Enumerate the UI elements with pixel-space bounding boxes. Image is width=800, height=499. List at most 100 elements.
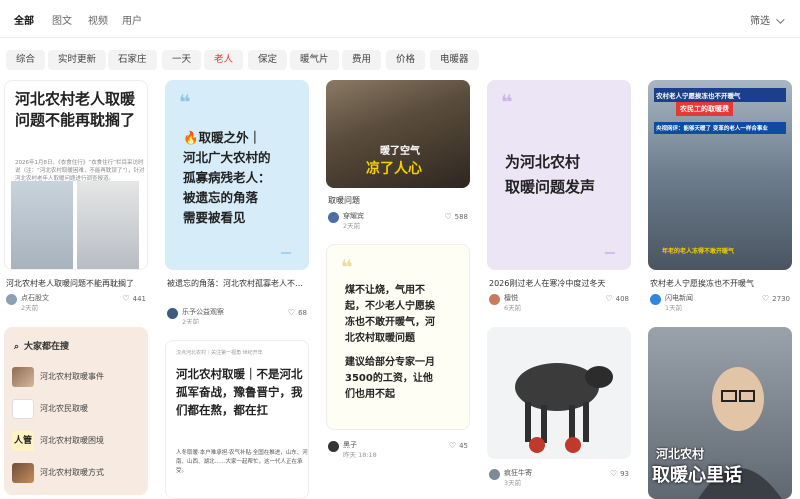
card-meta: 疯狂牛寄 3天前 ♡ 93 — [489, 469, 629, 487]
heart-icon: ♡ — [122, 294, 130, 303]
trending-search-box: ⌕ 大家都在搜 河北农村取暖事件 河北农民取暖 人管 河北农村取暖困境 河北农村取… — [4, 327, 148, 495]
banner-1: 农村老人宁愿挨冻也不开暖气 — [654, 88, 786, 102]
chip-price[interactable]: 价格 — [386, 50, 426, 70]
quote-icon: ❝ — [501, 90, 513, 114]
card-cover: 汉点河北农村｜关注第一视角 世纪开年 河北农村取暖｜不是河北孤军奋战，豫鲁晋宁，… — [165, 340, 309, 499]
chip-comprehensive[interactable]: 综合 — [6, 50, 46, 70]
heart-icon: ♡ — [287, 308, 296, 317]
avatar[interactable] — [328, 212, 339, 223]
tab-all[interactable]: 全部 — [14, 12, 34, 27]
feed-card-4[interactable]: ❝ 煤不让烧，气用不 起，不少老人宁愿挨 冻也不敢开暖气，河 北农村取暖问题 建… — [326, 244, 470, 464]
card-cover-photo — [487, 327, 631, 459]
chip-baoding[interactable]: 保定 — [248, 50, 288, 70]
chip-cost[interactable]: 费用 — [342, 50, 382, 70]
cover-text-2: 建议给部分专家一月 3500的工资，让他 们也用不起 — [345, 357, 435, 400]
card-cover: 河北农村老人取暖问题不能再耽搁了 2026年1月8日，《衣食住行》“衣食住行”栏… — [4, 80, 148, 270]
cover-snippet: 2026年1月8日，《衣食住行》“衣食住行”栏目采访时说（注：“河北农村取暖困难… — [15, 160, 145, 182]
feed-card-6[interactable]: 汉点河北农村｜关注第一视角 世纪开年 河北农村取暖｜不是河北孤军奋战，豫鲁晋宁，… — [165, 340, 309, 499]
feed-card-3[interactable]: 暖了空气 凉了人心 取暖问题 穿耀宾 2天前 ♡ 588 — [326, 80, 470, 230]
card-title[interactable]: 农村老人宁愿挨冻也不开暖气 — [650, 278, 790, 289]
card-meta: 闪电新闻 1天前 ♡ 2730 — [650, 294, 790, 312]
feed-card-2[interactable]: ❝ 🔥取暖之外｜ 河北广大农村的 孤寡病残老人： 被遗忘的角落 需要被看见 被遗… — [165, 80, 309, 324]
post-time: 1天前 — [665, 304, 683, 312]
avatar[interactable] — [489, 294, 500, 305]
top-tab-bar: 全部 图文 视频 用户 筛选 — [0, 0, 800, 38]
post-time: 2天前 — [21, 304, 39, 312]
heart-icon: ♡ — [605, 294, 613, 303]
feed-card-1[interactable]: 河北农村老人取暖问题不能再耽搁了 2026年1月8日，《衣食住行》“衣食住行”栏… — [4, 80, 148, 314]
heart-icon: ♡ — [444, 212, 452, 221]
post-time: 2天前 — [182, 318, 200, 324]
chip-radiator[interactable]: 暖气片 — [290, 50, 339, 70]
chip-electric-heater[interactable]: 电暖器 — [430, 50, 479, 70]
card-title[interactable]: 河北农村老人取暖问题不能再耽搁了 — [6, 278, 146, 289]
feed-card-7[interactable]: 疯狂牛寄 3天前 ♡ 93 — [487, 327, 631, 499]
card-meta: 穿耀宾 2天前 ♡ 588 — [328, 212, 468, 230]
card-meta: 黑子 昨天 18:18 ♡ 45 — [328, 441, 468, 459]
avatar[interactable] — [328, 441, 339, 452]
divider — [281, 252, 291, 254]
post-time: 昨天 18:18 — [343, 451, 377, 459]
heart-icon: ♡ — [762, 294, 770, 303]
feed-card-8[interactable]: 农村老人宁愿挨冻也不开暖气 农民工的取暖费 央视网评：能够天暖了 变革的老人一样… — [648, 80, 792, 314]
card-title[interactable]: 取暖问题 — [328, 195, 468, 206]
card-title[interactable]: 被遗忘的角落：河北农村孤寡老人不止于取暖 — [167, 278, 307, 289]
cover-overlay-bottom: 凉了人心 — [366, 161, 422, 177]
feed-card-5[interactable]: ❝ 为河北农村 取暖问题发声 2026刚过老人在寒冷中度过冬天 檀悦 6天前 ♡… — [487, 80, 631, 314]
card-meta: 乐予公益观察 2天前 ♡ 68 — [167, 308, 307, 324]
tab-users[interactable]: 用户 — [122, 12, 142, 27]
card-cover: ❝ 煤不让烧，气用不 起，不少老人宁愿挨 冻也不敢开暖气，河 北农村取暖问题 建… — [326, 244, 470, 430]
post-time: 6天前 — [504, 304, 522, 312]
article-header: 汉点河北农村｜关注第一视角 世纪开年 — [176, 350, 263, 356]
suggestion-thumb: 人管 — [12, 431, 34, 451]
card-cover: ❝ 🔥取暖之外｜ 河北广大农村的 孤寡病残老人： 被遗忘的角落 需要被看见 — [165, 80, 309, 270]
search-suggestion[interactable]: 河北农民取暖 — [12, 399, 144, 419]
chip-elderly[interactable]: 老人 — [204, 50, 244, 70]
post-time: 2天前 — [343, 222, 361, 230]
search-suggestion[interactable]: 河北农村取暖方式 — [12, 463, 144, 483]
cover-caption: 年老的老人冻得不敢开暖气 — [662, 248, 735, 255]
like-count[interactable]: ♡ 45 — [449, 441, 468, 450]
suggestion-thumb — [12, 367, 34, 387]
avatar[interactable] — [167, 308, 178, 319]
card-meta: 檀悦 6天前 ♡ 408 — [489, 294, 629, 312]
cover-headline: 河北农村老人取暖问题不能再耽搁了 — [15, 90, 136, 129]
filter-button[interactable]: 筛选 — [750, 12, 785, 27]
card-title[interactable]: 2026刚过老人在寒冷中度过冬天 — [489, 278, 629, 289]
divider — [605, 252, 615, 254]
like-count[interactable]: ♡ 2730 — [762, 294, 790, 303]
like-count[interactable]: ♡ 441 — [122, 294, 146, 303]
like-count[interactable]: ♡ 408 — [605, 294, 629, 303]
avatar[interactable] — [650, 294, 661, 305]
search-suggestion[interactable]: 人管 河北农村取暖困境 — [12, 431, 144, 451]
article-body: 河北农村取暖｜不是河北孤军奋战，豫鲁晋宁，我们都在熬，都在扛 — [176, 367, 303, 417]
trending-search-header: ⌕ 大家都在搜 — [14, 342, 70, 352]
post-time: 3天前 — [504, 479, 522, 487]
cover-text: 🔥取暖之外｜ 河北广大农村的 孤寡病残老人： 被遗忘的角落 需要被看见 — [183, 130, 271, 225]
chip-one-day[interactable]: 一天 — [162, 50, 202, 70]
feed-card-9[interactable]: 河北农村 取暖心里话 — [648, 327, 792, 499]
cover-overlay-top: 河北农村 — [656, 447, 705, 461]
avatar[interactable] — [489, 469, 500, 480]
quote-icon: ❝ — [341, 255, 353, 279]
tab-video[interactable]: 视频 — [88, 12, 108, 27]
tab-image-text[interactable]: 图文 — [52, 12, 72, 27]
banner-2: 农民工的取暖费 — [676, 102, 733, 116]
banner-3: 央视网评：能够天暖了 变革的老人一样合事业 — [654, 122, 786, 134]
card-cover-photo: 暖了空气 凉了人心 — [326, 80, 470, 188]
article-snippet: 人冬取暖·本户难承担·农气补贴·全国在推进，山东、河南、山西、湖北……大家一起帮… — [176, 450, 308, 474]
card-cover-photo: 农村老人宁愿挨冻也不开暖气 农民工的取暖费 央视网评：能够天暖了 变革的老人一样… — [648, 80, 792, 270]
cover-overlay-top: 暖了空气 — [380, 146, 420, 157]
search-suggestion[interactable]: 河北农村取暖事件 — [12, 367, 144, 387]
cow-illustration — [515, 363, 613, 453]
like-count[interactable]: ♡ 68 — [288, 308, 307, 317]
cover-photo-left — [11, 181, 73, 269]
avatar[interactable] — [6, 294, 17, 305]
card-meta: 点石股文 2天前 ♡ 441 — [6, 294, 146, 312]
heart-icon: ♡ — [609, 469, 618, 478]
cover-text: 煤不让烧，气用不 起，不少老人宁愿挨 冻也不敢开暖气，河 北农村取暖问题 — [345, 285, 435, 344]
chip-realtime[interactable]: 实时更新 — [48, 50, 107, 70]
chip-shijiazhuang[interactable]: 石家庄 — [108, 50, 157, 70]
like-count[interactable]: ♡ 588 — [444, 212, 468, 221]
like-count[interactable]: ♡ 93 — [610, 469, 629, 478]
